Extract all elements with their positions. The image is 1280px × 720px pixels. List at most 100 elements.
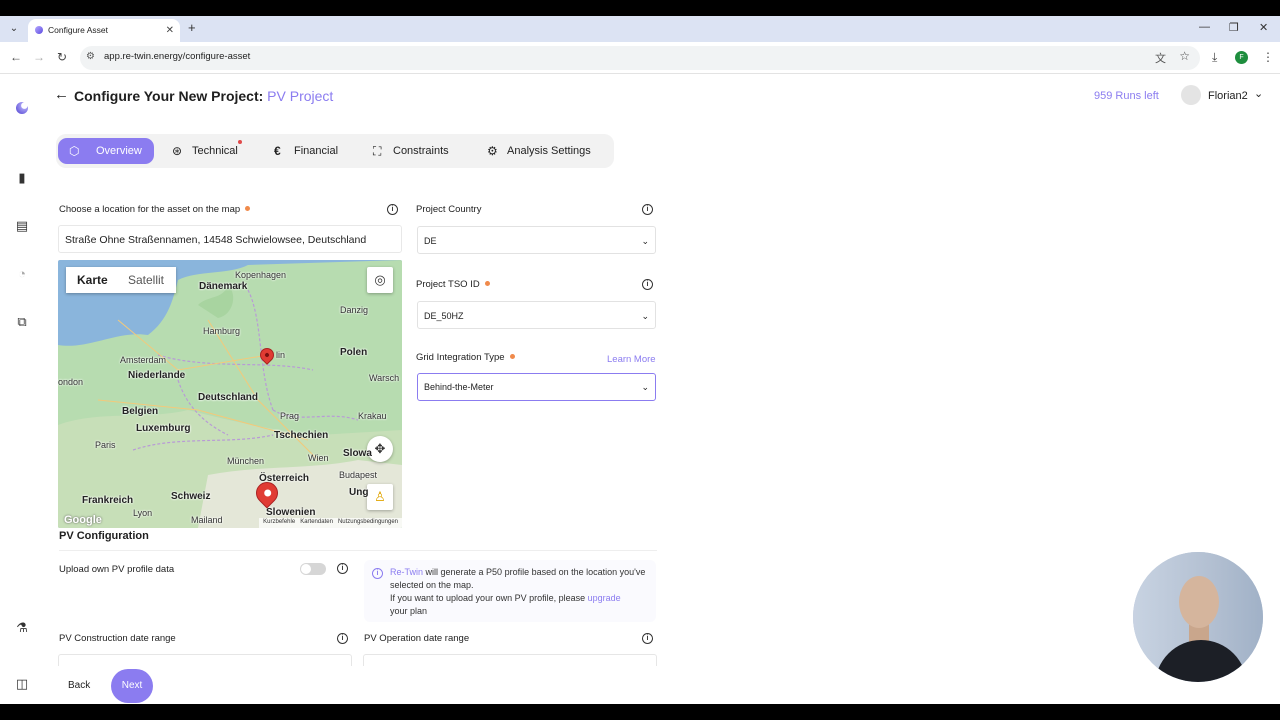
upload-info-icon[interactable]: i xyxy=(337,563,348,574)
country-info-icon[interactable]: i xyxy=(642,204,653,215)
operation-date-input[interactable] xyxy=(363,654,657,666)
brand-name: Re-Twin xyxy=(390,567,424,577)
forward-nav-icon[interactable]: → xyxy=(33,50,45,64)
app-logo-icon[interactable] xyxy=(16,102,28,114)
report-chart-icon[interactable]: ▤ xyxy=(14,218,30,234)
constraints-icon: ⛶ xyxy=(373,144,382,158)
user-avatar[interactable] xyxy=(1181,85,1201,105)
map-label-munchen: München xyxy=(227,456,265,466)
upgrade-link[interactable]: upgrade xyxy=(588,593,621,603)
map-label-krakau: Krakau xyxy=(358,411,387,421)
required-dot xyxy=(509,354,515,359)
pv-info-text: Re-Twin will generate a P50 profile base… xyxy=(390,567,646,616)
construction-date-label: PV Construction date range xyxy=(59,633,176,644)
minimize-icon[interactable]: — xyxy=(1199,21,1210,33)
tso-info-icon[interactable]: i xyxy=(642,279,653,290)
project-name: PV Project xyxy=(267,88,334,104)
download-icon[interactable]: ⤓ xyxy=(1212,50,1217,65)
my-location-icon[interactable]: ◎ xyxy=(367,267,393,293)
map-label-slowenien: Slowenien xyxy=(266,507,316,518)
tab-strip: ⌄ Configure Asset ✕ + — ❐ ✕ xyxy=(0,16,1280,42)
upload-pv-toggle[interactable] xyxy=(300,563,326,575)
url-field[interactable]: ⚙ app.re-twin.energy/configure-asset 文 ☆ xyxy=(80,46,1200,70)
config-tabs: ⬡ Overview ⊛ Technical € Financial ⛶ Con… xyxy=(56,134,614,168)
construction-date-input[interactable] xyxy=(58,654,352,666)
tab-constraints[interactable]: ⛶ Constraints xyxy=(369,138,449,164)
tab-analysis-settings[interactable]: ⚙ Analysis Settings xyxy=(483,138,591,164)
tab-search-chevron-icon[interactable]: ⌄ xyxy=(6,21,22,37)
project-tso-label: Project TSO ID xyxy=(416,279,490,290)
documents-icon[interactable]: ⧉ xyxy=(14,314,30,330)
upload-pv-label: Upload own PV profile data xyxy=(59,564,175,575)
page-title: Configure Your New Project: PV Project xyxy=(74,88,333,104)
map-attribution: Kurzbefehle Kartendaten Nutzungsbedingun… xyxy=(259,518,402,528)
map-label-danzig: Danzig xyxy=(340,305,369,315)
back-nav-icon[interactable]: ← xyxy=(10,50,22,64)
profile-avatar[interactable]: F xyxy=(1235,51,1248,64)
analysis-icon[interactable]: ◔ xyxy=(14,266,30,282)
browser-tab[interactable]: Configure Asset ✕ xyxy=(28,19,180,42)
learn-more-link[interactable]: Learn More xyxy=(607,354,656,365)
map-shortcuts-link[interactable]: Kurzbefehle xyxy=(263,519,295,525)
user-name[interactable]: Florian2 xyxy=(1208,90,1248,102)
map-label-kopenhagen: Kopenhagen xyxy=(235,270,287,280)
reload-icon[interactable]: ↻ xyxy=(57,50,67,64)
app-sidebar: ▮ ▤ ◔ ⧉ ⚗ ◫ xyxy=(0,74,44,704)
map-type-satellit[interactable]: Satellit xyxy=(128,273,164,287)
project-tso-select[interactable]: DE_50HZ ⌄ xyxy=(417,301,656,329)
map-label-polen: Polen xyxy=(340,347,368,358)
map-label-danemark: Dänemark xyxy=(199,281,248,292)
map-label-paris: Paris xyxy=(95,440,116,450)
location-info-icon[interactable]: i xyxy=(387,204,398,215)
next-button[interactable]: Next xyxy=(111,669,153,703)
translate-icon[interactable]: 文 xyxy=(1155,50,1166,66)
map-label-schweiz: Schweiz xyxy=(171,491,211,502)
location-map[interactable]: Karte Satellit ◎ ✥ ♙ Dänemark Kopenhagen… xyxy=(58,260,402,528)
map-terms-link[interactable]: Nutzungsbedingungen xyxy=(338,519,398,525)
map-label-hamburg: Hamburg xyxy=(203,326,241,336)
favicon-icon xyxy=(35,26,43,34)
construction-info-icon[interactable]: i xyxy=(337,633,348,644)
operation-date-label: PV Operation date range xyxy=(364,633,470,644)
tab-technical[interactable]: ⊛ Technical xyxy=(168,138,242,164)
map-label-warsch: Warsch xyxy=(369,373,400,383)
browser-menu-icon[interactable]: ⋮ xyxy=(1262,50,1274,64)
map-label-ondon: ondon xyxy=(58,377,84,387)
tab-financial[interactable]: € Financial xyxy=(270,138,338,164)
main-content: ← Configure Your New Project: PV Project… xyxy=(44,74,1280,704)
runs-left-counter: 959 Runs left xyxy=(1094,90,1159,102)
pv-configuration-title: PV Configuration xyxy=(59,530,149,542)
street-view-pegman-icon[interactable]: ♙ xyxy=(367,484,393,510)
bar-chart-icon[interactable]: ▮ xyxy=(14,170,30,186)
close-window-icon[interactable]: ✕ xyxy=(1259,21,1268,34)
attention-dot xyxy=(238,140,242,144)
info-icon: i xyxy=(372,568,383,579)
webcam-overlay xyxy=(1131,550,1265,684)
project-country-select[interactable]: DE ⌄ xyxy=(417,226,656,254)
operation-info-icon[interactable]: i xyxy=(642,633,653,644)
sidebar-toggle-icon[interactable]: ◫ xyxy=(14,676,30,692)
chevron-down-icon: ⌄ xyxy=(641,382,649,392)
flask-icon[interactable]: ⚗ xyxy=(14,620,30,636)
back-arrow-icon[interactable]: ← xyxy=(54,86,69,103)
section-divider xyxy=(59,550,657,551)
map-data-link[interactable]: Kartendaten xyxy=(300,519,333,525)
new-tab-icon[interactable]: + xyxy=(188,20,196,35)
site-info-icon[interactable]: ⚙ xyxy=(86,51,95,62)
map-label-wien: Wien xyxy=(308,453,329,463)
browser-window: ⌄ Configure Asset ✕ + — ❐ ✕ ← → ↻ ⚙ app.… xyxy=(0,16,1280,704)
page-title-prefix: Configure Your New Project: xyxy=(74,88,264,104)
address-bar-row: ← → ↻ ⚙ app.re-twin.energy/configure-ass… xyxy=(0,42,1280,74)
location-input[interactable]: Straße Ohne Straßennamen, 14548 Schwielo… xyxy=(58,225,402,253)
restore-icon[interactable]: ❐ xyxy=(1229,21,1239,34)
back-button[interactable]: Back xyxy=(68,680,90,691)
close-tab-icon[interactable]: ✕ xyxy=(166,19,174,42)
tab-overview[interactable]: ⬡ Overview xyxy=(58,138,154,164)
required-dot xyxy=(245,206,251,211)
map-type-karte[interactable]: Karte xyxy=(77,273,108,287)
user-menu-chevron-icon[interactable]: ⌄ xyxy=(1254,87,1263,100)
bookmark-star-icon[interactable]: ☆ xyxy=(1179,49,1190,63)
map-label-tschechien: Tschechien xyxy=(274,430,329,441)
map-label-belgien: Belgien xyxy=(122,406,159,417)
grid-integration-select[interactable]: Behind-the-Meter ⌄ xyxy=(417,373,656,401)
